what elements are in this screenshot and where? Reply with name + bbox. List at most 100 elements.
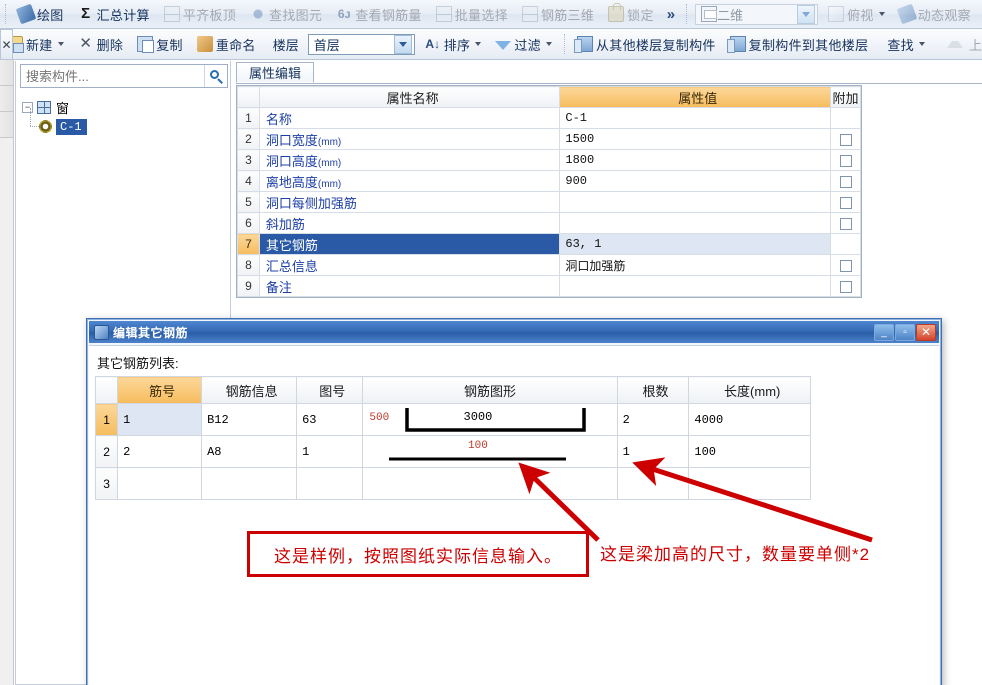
property-row-value[interactable]: 1800 xyxy=(559,149,832,171)
toolbar-button-copy-to-other-floor[interactable]: 复制构件到其他楼层 xyxy=(724,33,875,56)
property-name-text: 洞口每侧加强筋 xyxy=(265,195,357,211)
toolbar-button-filter[interactable]: 过滤 xyxy=(489,33,558,56)
chevron-down-icon[interactable] xyxy=(57,42,64,46)
minimize-button[interactable]: _ xyxy=(874,323,894,341)
toolbar-button-draw[interactable]: 绘图 xyxy=(12,3,70,26)
rebar-header-index xyxy=(94,376,119,404)
rebar-row-diagram-no[interactable]: 63 xyxy=(296,403,364,436)
rebar-row-info[interactable]: A8 xyxy=(201,435,298,468)
property-name-text: 名称 xyxy=(265,111,292,127)
rebar-row-length[interactable]: 4000 xyxy=(688,403,811,436)
rail-segment[interactable] xyxy=(0,60,13,86)
property-row-value[interactable] xyxy=(559,212,832,234)
close-button[interactable]: ✕ xyxy=(916,323,936,341)
toolbar-overflow-button[interactable]: » xyxy=(661,6,681,23)
floor-combo-dropdown-button[interactable] xyxy=(393,34,412,54)
property-header-index xyxy=(237,86,260,108)
toolbar-button-orbit[interactable]: 动态观察 xyxy=(893,3,977,26)
view-mode-dropdown-button[interactable] xyxy=(797,4,816,24)
toolbar-button-batch-select[interactable]: 批量选择 xyxy=(430,3,514,26)
chevron-down-icon[interactable] xyxy=(878,12,885,16)
rebar-row-length[interactable] xyxy=(688,467,811,500)
tree-node-window[interactable]: − 窗 xyxy=(22,98,222,117)
rebar-row-diagram-no[interactable] xyxy=(296,467,364,500)
attach-checkbox[interactable] xyxy=(839,197,852,210)
toolbar-button-rename[interactable]: 重命名 xyxy=(191,33,262,56)
rail-segment[interactable] xyxy=(0,112,13,138)
property-row-value[interactable]: C-1 xyxy=(559,107,832,129)
property-row-value[interactable]: 洞口加强筋 xyxy=(559,254,832,276)
attach-checkbox[interactable] xyxy=(839,176,852,189)
property-row[interactable]: 2 洞口宽度(mm) 1500 xyxy=(237,128,861,150)
rail-segment[interactable] xyxy=(0,86,13,112)
toolbar-button-copy-from-other-floor[interactable]: 从其他楼层复制构件 xyxy=(571,33,722,56)
search-button[interactable] xyxy=(204,65,227,87)
rebar-row-number[interactable]: 1 xyxy=(117,403,203,436)
view-mode-combo[interactable]: 二维 xyxy=(695,3,819,25)
rebar-row-count[interactable] xyxy=(616,467,690,500)
toolbar-button-summary-calc[interactable]: Σ 汇总计算 xyxy=(72,3,156,26)
toolbar-button-move-up[interactable]: 上移 xyxy=(938,33,982,56)
rebar-row[interactable]: 2 2 A8 1 100 1 100 xyxy=(94,435,811,468)
maximize-button[interactable]: ▫ xyxy=(895,323,915,341)
property-row-value[interactable]: 1500 xyxy=(559,128,832,150)
property-row-value[interactable] xyxy=(559,191,832,213)
rebar-row-info[interactable] xyxy=(201,467,298,500)
property-row[interactable]: 4 离地高度(mm) 900 xyxy=(237,170,861,192)
magnifier-icon xyxy=(209,69,223,84)
toolbar-button-view-rebar[interactable]: 6ᴊ 查看钢筋量 xyxy=(330,3,428,26)
rebar-row-shape[interactable]: 100 xyxy=(362,435,618,468)
search-component-row[interactable] xyxy=(20,64,228,88)
toolbar-button-rebar-3d[interactable]: 钢筋三维 xyxy=(516,3,600,26)
panel-close-button[interactable]: ✕ xyxy=(0,29,13,60)
rebar-row-count[interactable]: 2 xyxy=(616,403,690,436)
rebar-row-shape[interactable] xyxy=(362,467,618,500)
toolbar-label-draw: 绘图 xyxy=(37,7,64,23)
property-row[interactable]: 8 汇总信息 洞口加强筋 xyxy=(237,254,861,276)
property-row[interactable]: 7 其它钢筋 63, 1 xyxy=(237,233,861,255)
property-row[interactable]: 6 斜加筋 xyxy=(237,212,861,234)
rebar-row-number[interactable] xyxy=(117,467,203,500)
property-row-name: 离地高度(mm) xyxy=(258,170,561,192)
attach-checkbox[interactable] xyxy=(839,218,852,231)
attach-checkbox[interactable] xyxy=(839,281,852,294)
toolbar-button-find[interactable]: 查找 xyxy=(881,33,931,56)
toolbar-button-find-element[interactable]: 查找图元 xyxy=(244,3,328,26)
toolbar-button-lock[interactable]: 锁定 xyxy=(602,3,660,26)
property-row-value[interactable] xyxy=(559,275,832,297)
property-row-value[interactable]: 63, 1 xyxy=(559,233,832,255)
toolbar-label-top-view: 俯视 xyxy=(847,7,874,23)
dialog-title-bar[interactable]: 编辑其它钢筋 _ ▫ ✕ xyxy=(89,321,939,343)
chevron-down-icon[interactable] xyxy=(475,42,482,46)
rebar-shape-value-label: 100 xyxy=(468,439,488,452)
rebar-row[interactable]: 1 1 B12 63 500 3000 2 4000 xyxy=(94,403,811,436)
toolbar-button-top-view[interactable]: 俯视 xyxy=(822,3,891,26)
toolbar-button-copy[interactable]: 复制 xyxy=(131,33,189,56)
property-row-value[interactable]: 900 xyxy=(559,170,832,192)
property-row[interactable]: 5 洞口每侧加强筋 xyxy=(237,191,861,213)
property-row[interactable]: 3 洞口高度(mm) 1800 xyxy=(237,149,861,171)
chevron-down-icon[interactable] xyxy=(918,42,925,46)
property-row[interactable]: 9 备注 xyxy=(237,275,861,297)
attach-checkbox[interactable] xyxy=(839,134,852,147)
rebar-row-length[interactable]: 100 xyxy=(688,435,811,468)
toolbar-button-slab-align[interactable]: 平齐板顶 xyxy=(158,3,242,26)
attach-checkbox[interactable] xyxy=(839,155,852,168)
chevron-down-icon[interactable] xyxy=(545,42,552,46)
rebar-row-shape[interactable]: 500 3000 xyxy=(362,403,618,436)
property-row[interactable]: 1 名称 C-1 xyxy=(237,107,861,129)
tab-property-edit[interactable]: 属性编辑 xyxy=(236,62,314,83)
toolbar-button-sort[interactable]: A↓ 排序 xyxy=(419,33,488,56)
property-name-text: 备注 xyxy=(265,279,292,295)
property-row-attach xyxy=(830,233,861,255)
rebar-row[interactable]: 3 xyxy=(94,467,811,500)
toolbar-button-delete[interactable]: ✕ 删除 xyxy=(72,33,130,56)
rebar-row-info[interactable]: B12 xyxy=(201,403,298,436)
tree-node-c1[interactable]: C-1 xyxy=(30,108,222,136)
search-input[interactable] xyxy=(21,65,204,87)
rebar-row-diagram-no[interactable]: 1 xyxy=(296,435,364,468)
rebar-row-count[interactable]: 1 xyxy=(616,435,690,468)
floor-combo[interactable]: 首层 xyxy=(307,33,415,55)
attach-checkbox[interactable] xyxy=(839,260,852,273)
rebar-row-number[interactable]: 2 xyxy=(117,435,203,468)
